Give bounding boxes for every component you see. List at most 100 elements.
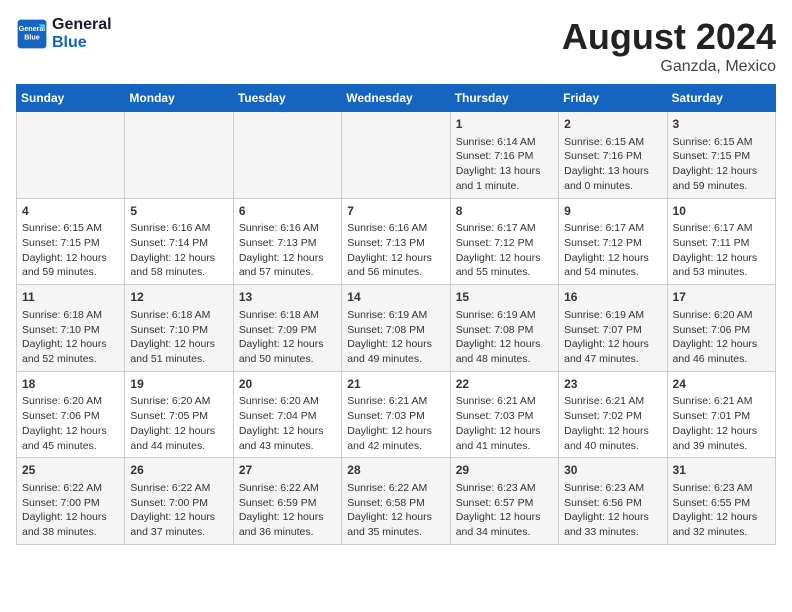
calendar-cell: 29Sunrise: 6:23 AM Sunset: 6:57 PM Dayli… bbox=[450, 458, 558, 545]
day-number: 31 bbox=[673, 462, 770, 479]
cell-content: Sunrise: 6:23 AM Sunset: 6:55 PM Dayligh… bbox=[673, 481, 770, 540]
day-number: 30 bbox=[564, 462, 661, 479]
cell-content: Sunrise: 6:21 AM Sunset: 7:02 PM Dayligh… bbox=[564, 394, 661, 453]
logo-icon: General Blue bbox=[16, 18, 48, 50]
cell-content: Sunrise: 6:14 AM Sunset: 7:16 PM Dayligh… bbox=[456, 135, 553, 194]
calendar-cell: 30 Sunrise: 6:23 AM Sunset: 6:56 PM Dayli… bbox=[559, 458, 667, 545]
cell-content: Sunrise: 6:22 AM Sunset: 6:58 PM Dayligh… bbox=[347, 481, 444, 540]
cell-content: Sunrise: 6:18 AM Sunset: 7:10 PM Dayligh… bbox=[130, 308, 227, 367]
day-number: 4 bbox=[22, 203, 119, 220]
calendar-cell: 11 Sunrise: 6:18 AM Sunset: 7:10 PM Dayli… bbox=[17, 285, 125, 372]
calendar-cell: 17 Sunrise: 6:20 AM Sunset: 7:06 PM Dayli… bbox=[667, 285, 775, 372]
day-number: 7 bbox=[347, 203, 444, 220]
cell-content: Sunrise: 6:21 AM Sunset: 7:03 PM Dayligh… bbox=[347, 394, 444, 453]
header-monday: Monday bbox=[125, 85, 233, 112]
day-number: 16 bbox=[564, 289, 661, 306]
day-number: 24 bbox=[673, 376, 770, 393]
calendar-cell: 20Sunrise: 6:20 AM Sunset: 7:04 PM Dayli… bbox=[233, 371, 341, 458]
svg-text:Blue: Blue bbox=[24, 32, 40, 41]
week-row-2: 4Sunrise: 6:15 AM Sunset: 7:15 PM Daylig… bbox=[17, 198, 776, 285]
day-number: 13 bbox=[239, 289, 336, 306]
calendar-cell: 12Sunrise: 6:18 AM Sunset: 7:10 PM Dayli… bbox=[125, 285, 233, 372]
calendar-cell: 24Sunrise: 6:21 AM Sunset: 7:01 PM Dayli… bbox=[667, 371, 775, 458]
cell-content: Sunrise: 6:19 AM Sunset: 7:08 PM Dayligh… bbox=[347, 308, 444, 367]
calendar-cell: 10Sunrise: 6:17 AM Sunset: 7:11 PM Dayli… bbox=[667, 198, 775, 285]
calendar-cell: 8Sunrise: 6:17 AM Sunset: 7:12 PM Daylig… bbox=[450, 198, 558, 285]
calendar-cell: 2Sunrise: 6:15 AM Sunset: 7:16 PM Daylig… bbox=[559, 112, 667, 199]
cell-content: Sunrise: 6:22 AM Sunset: 6:59 PM Dayligh… bbox=[239, 481, 336, 540]
day-number: 23 bbox=[564, 376, 661, 393]
calendar-cell: 5Sunrise: 6:16 AM Sunset: 7:14 PM Daylig… bbox=[125, 198, 233, 285]
week-row-5: 25Sunrise: 6:22 AM Sunset: 7:00 PM Dayli… bbox=[17, 458, 776, 545]
header-row: SundayMondayTuesdayWednesdayThursdayFrid… bbox=[17, 85, 776, 112]
cell-content: Sunrise: 6:20 AM Sunset: 7:06 PM Dayligh… bbox=[22, 394, 119, 453]
header-thursday: Thursday bbox=[450, 85, 558, 112]
week-row-1: 1 Sunrise: 6:14 AM Sunset: 7:16 PM Daylig… bbox=[17, 112, 776, 199]
calendar-cell: 28Sunrise: 6:22 AM Sunset: 6:58 PM Dayli… bbox=[342, 458, 450, 545]
calendar-cell: 9Sunrise: 6:17 AM Sunset: 7:12 PM Daylig… bbox=[559, 198, 667, 285]
calendar-cell: 1 Sunrise: 6:14 AM Sunset: 7:16 PM Daylig… bbox=[450, 112, 558, 199]
calendar-cell: 19Sunrise: 6:20 AM Sunset: 7:05 PM Dayli… bbox=[125, 371, 233, 458]
week-row-3: 11 Sunrise: 6:18 AM Sunset: 7:10 PM Dayli… bbox=[17, 285, 776, 372]
day-number: 17 bbox=[673, 289, 770, 306]
calendar-cell: 16Sunrise: 6:19 AM Sunset: 7:07 PM Dayli… bbox=[559, 285, 667, 372]
day-number: 21 bbox=[347, 376, 444, 393]
cell-content: Sunrise: 6:21 AM Sunset: 7:03 PM Dayligh… bbox=[456, 394, 553, 453]
cell-content: Sunrise: 6:16 AM Sunset: 7:14 PM Dayligh… bbox=[130, 221, 227, 280]
cell-content: Sunrise: 6:23 AM Sunset: 6:56 PM Dayligh… bbox=[564, 481, 661, 540]
header-tuesday: Tuesday bbox=[233, 85, 341, 112]
month-title: August 2024 bbox=[562, 16, 776, 58]
calendar-cell: 23Sunrise: 6:21 AM Sunset: 7:02 PM Dayli… bbox=[559, 371, 667, 458]
day-number: 27 bbox=[239, 462, 336, 479]
calendar-cell: 27 Sunrise: 6:22 AM Sunset: 6:59 PM Dayli… bbox=[233, 458, 341, 545]
day-number: 6 bbox=[239, 203, 336, 220]
day-number: 8 bbox=[456, 203, 553, 220]
calendar-cell: 15 Sunrise: 6:19 AM Sunset: 7:08 PM Dayli… bbox=[450, 285, 558, 372]
calendar-cell: 4Sunrise: 6:15 AM Sunset: 7:15 PM Daylig… bbox=[17, 198, 125, 285]
calendar-cell: 13 Sunrise: 6:18 AM Sunset: 7:09 PM Dayli… bbox=[233, 285, 341, 372]
week-row-4: 18Sunrise: 6:20 AM Sunset: 7:06 PM Dayli… bbox=[17, 371, 776, 458]
cell-content: Sunrise: 6:22 AM Sunset: 7:00 PM Dayligh… bbox=[130, 481, 227, 540]
cell-content: Sunrise: 6:16 AM Sunset: 7:13 PM Dayligh… bbox=[239, 221, 336, 280]
calendar-cell bbox=[342, 112, 450, 199]
cell-content: Sunrise: 6:20 AM Sunset: 7:04 PM Dayligh… bbox=[239, 394, 336, 453]
cell-content: Sunrise: 6:20 AM Sunset: 7:06 PM Dayligh… bbox=[673, 308, 770, 367]
cell-content: Sunrise: 6:17 AM Sunset: 7:11 PM Dayligh… bbox=[673, 221, 770, 280]
cell-content: Sunrise: 6:15 AM Sunset: 7:15 PM Dayligh… bbox=[22, 221, 119, 280]
calendar-cell bbox=[233, 112, 341, 199]
header-wednesday: Wednesday bbox=[342, 85, 450, 112]
logo-text-general: General bbox=[52, 16, 112, 34]
day-number: 5 bbox=[130, 203, 227, 220]
calendar-cell: 3 Sunrise: 6:15 AM Sunset: 7:15 PM Daylig… bbox=[667, 112, 775, 199]
day-number: 14 bbox=[347, 289, 444, 306]
cell-content: Sunrise: 6:15 AM Sunset: 7:15 PM Dayligh… bbox=[673, 135, 770, 194]
day-number: 1 bbox=[456, 116, 553, 133]
day-number: 29 bbox=[456, 462, 553, 479]
cell-content: Sunrise: 6:17 AM Sunset: 7:12 PM Dayligh… bbox=[564, 221, 661, 280]
cell-content: Sunrise: 6:19 AM Sunset: 7:08 PM Dayligh… bbox=[456, 308, 553, 367]
calendar-cell: 26Sunrise: 6:22 AM Sunset: 7:00 PM Dayli… bbox=[125, 458, 233, 545]
calendar-cell bbox=[17, 112, 125, 199]
calendar-cell: 25Sunrise: 6:22 AM Sunset: 7:00 PM Dayli… bbox=[17, 458, 125, 545]
cell-content: Sunrise: 6:18 AM Sunset: 7:10 PM Dayligh… bbox=[22, 308, 119, 367]
calendar-cell bbox=[125, 112, 233, 199]
cell-content: Sunrise: 6:20 AM Sunset: 7:05 PM Dayligh… bbox=[130, 394, 227, 453]
calendar-cell: 22Sunrise: 6:21 AM Sunset: 7:03 PM Dayli… bbox=[450, 371, 558, 458]
day-number: 19 bbox=[130, 376, 227, 393]
header-friday: Friday bbox=[559, 85, 667, 112]
day-number: 15 bbox=[456, 289, 553, 306]
calendar-cell: 18Sunrise: 6:20 AM Sunset: 7:06 PM Dayli… bbox=[17, 371, 125, 458]
page-header: General Blue General Blue August 2024 Ga… bbox=[16, 16, 776, 76]
day-number: 9 bbox=[564, 203, 661, 220]
cell-content: Sunrise: 6:18 AM Sunset: 7:09 PM Dayligh… bbox=[239, 308, 336, 367]
day-number: 18 bbox=[22, 376, 119, 393]
cell-content: Sunrise: 6:15 AM Sunset: 7:16 PM Dayligh… bbox=[564, 135, 661, 194]
calendar-cell: 21Sunrise: 6:21 AM Sunset: 7:03 PM Dayli… bbox=[342, 371, 450, 458]
calendar-table: SundayMondayTuesdayWednesdayThursdayFrid… bbox=[16, 84, 776, 545]
day-number: 11 bbox=[22, 289, 119, 306]
calendar-cell: 31 Sunrise: 6:23 AM Sunset: 6:55 PM Dayli… bbox=[667, 458, 775, 545]
cell-content: Sunrise: 6:16 AM Sunset: 7:13 PM Dayligh… bbox=[347, 221, 444, 280]
day-number: 3 bbox=[673, 116, 770, 133]
header-saturday: Saturday bbox=[667, 85, 775, 112]
logo-text-blue: Blue bbox=[52, 34, 112, 52]
